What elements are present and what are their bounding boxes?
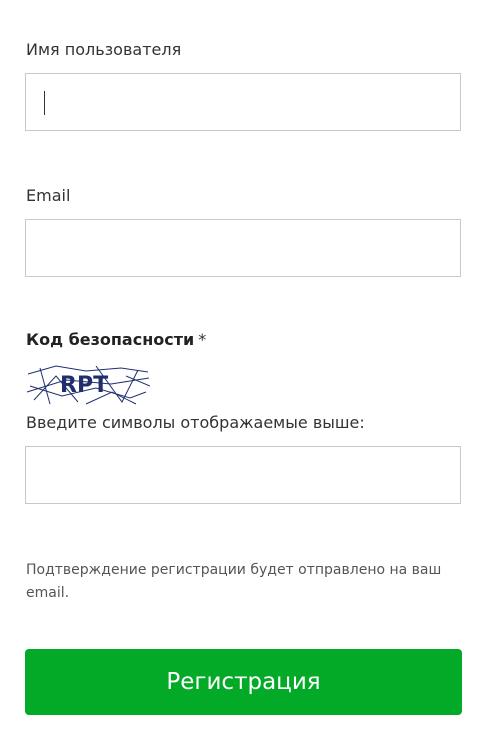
email-input[interactable] (25, 219, 461, 277)
username-input[interactable] (25, 73, 461, 131)
captcha-image: RPT (26, 365, 150, 405)
text-cursor (44, 91, 45, 115)
captcha-text: RPT (60, 373, 108, 398)
required-mark: * (198, 330, 207, 349)
registration-form: Имя пользователя Email Код безопасности *… (0, 0, 485, 732)
register-button[interactable]: Регистрация (25, 649, 462, 715)
captcha-instruction: Введите символы отображаемые выше: (26, 413, 365, 432)
email-label: Email (26, 186, 71, 205)
security-code-label-text: Код безопасности (26, 330, 195, 349)
security-code-label: Код безопасности * (26, 330, 206, 350)
confirmation-note: Подтверждение регистрации будет отправле… (26, 562, 442, 601)
captcha-input[interactable] (25, 446, 461, 504)
username-label: Имя пользователя (26, 40, 182, 59)
